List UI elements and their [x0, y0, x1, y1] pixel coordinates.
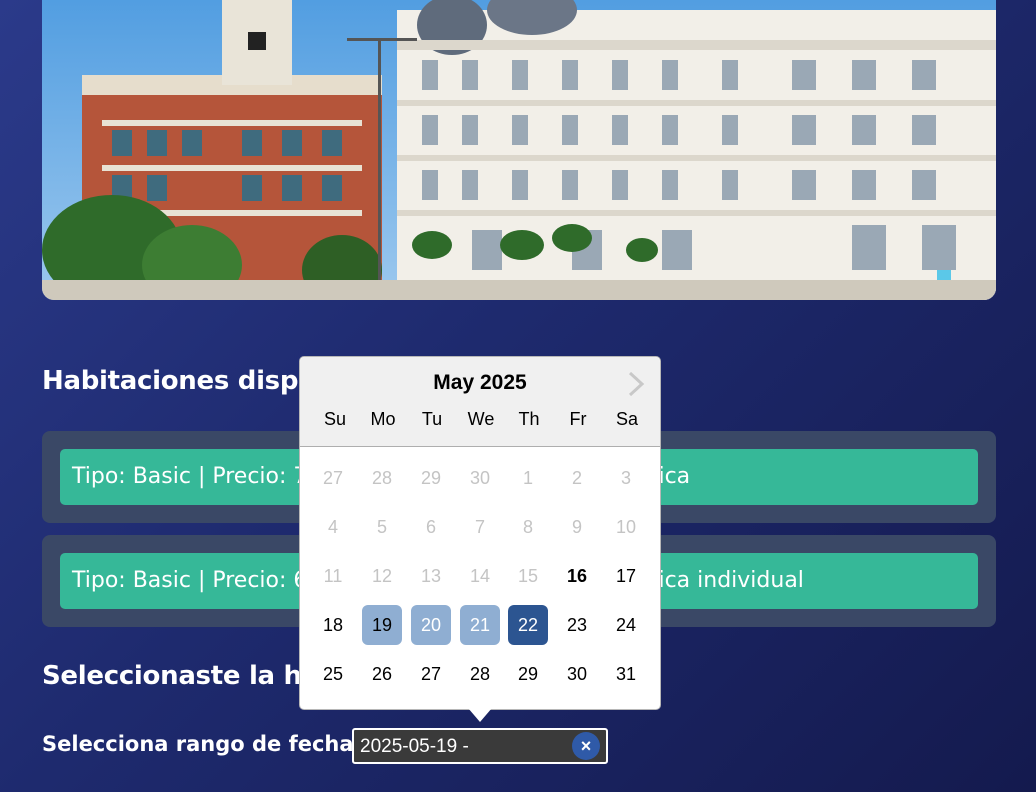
calendar-day[interactable]: 9 [557, 507, 597, 547]
date-range-input[interactable] [358, 730, 572, 764]
calendar-day[interactable]: 29 [508, 654, 548, 694]
calendar-day[interactable]: 27 [313, 458, 353, 498]
calendar-day[interactable]: 21 [460, 605, 500, 645]
calendar-day[interactable]: 25 [313, 654, 353, 694]
date-range-field[interactable]: × [352, 728, 608, 764]
calendar-day[interactable]: 22 [508, 605, 548, 645]
calendar-day[interactable]: 27 [411, 654, 451, 694]
calendar-day[interactable]: 4 [313, 507, 353, 547]
clear-date-button[interactable]: × [572, 732, 600, 760]
calendar-day[interactable]: 6 [411, 507, 451, 547]
calendar-day[interactable]: 19 [362, 605, 402, 645]
calendar-day[interactable]: 26 [362, 654, 402, 694]
calendar-day[interactable]: 28 [362, 458, 402, 498]
hotel-hero-image [42, 0, 996, 300]
weekday-label: Th [518, 409, 540, 429]
calendar-day[interactable]: 3 [606, 458, 646, 498]
calendar-day[interactable]: 10 [606, 507, 646, 547]
calendar-day[interactable]: 13 [411, 556, 451, 596]
calendar-day[interactable]: 8 [508, 507, 548, 547]
calendar-day[interactable]: 30 [460, 458, 500, 498]
chevron-right-icon [628, 371, 645, 397]
calendar-day[interactable]: 23 [557, 605, 597, 645]
weekday-label: Sa [615, 409, 639, 429]
calendar-day[interactable]: 14 [460, 556, 500, 596]
calendar-day[interactable]: 5 [362, 507, 402, 547]
calendar-day[interactable]: 18 [313, 605, 353, 645]
calendar-day[interactable]: 29 [411, 458, 451, 498]
room-label: Tipo: Basic | Precio: 7 [72, 464, 308, 489]
room-label: Tipo: Basic | Precio: 6 [72, 568, 308, 593]
calendar-day[interactable]: 2 [557, 458, 597, 498]
weekday-label: Tu [421, 409, 443, 429]
calendar-day[interactable]: 1 [508, 458, 548, 498]
calendar-day[interactable]: 20 [411, 605, 451, 645]
calendar-day[interactable]: 16 [557, 556, 597, 596]
calendar-day[interactable]: 11 [313, 556, 353, 596]
datepicker-popup: May 2025 Su Mo Tu We Th Fr Sa 27 28 29 30 1 2… [299, 356, 661, 710]
calendar-day[interactable]: 15 [508, 556, 548, 596]
room-label-suffix: sica individual [647, 568, 804, 593]
calendar-day[interactable]: 7 [460, 507, 500, 547]
calendar-day[interactable]: 24 [606, 605, 646, 645]
weekday-label: Mo [370, 409, 396, 429]
calendar-month-title: May 2025 [433, 371, 527, 394]
next-month-button[interactable] [624, 369, 648, 399]
calendar-day[interactable]: 28 [460, 654, 500, 694]
date-range-label: Selecciona rango de fechas: [42, 732, 375, 756]
weekday-label: Fr [569, 409, 587, 429]
calendar-header: May 2025 Su Mo Tu We Th Fr Sa [300, 357, 660, 447]
weekday-label: We [467, 409, 495, 429]
calendar-day[interactable]: 30 [557, 654, 597, 694]
calendar-day[interactable]: 17 [606, 556, 646, 596]
calendar-day[interactable]: 12 [362, 556, 402, 596]
calendar-day[interactable]: 31 [606, 654, 646, 694]
weekday-header-row: Su Mo Tu We Th Fr Sa [310, 409, 652, 433]
datepicker-pointer [468, 708, 492, 722]
selected-room-title: Seleccionaste la hab [42, 661, 338, 691]
weekday-label: Su [323, 409, 347, 429]
